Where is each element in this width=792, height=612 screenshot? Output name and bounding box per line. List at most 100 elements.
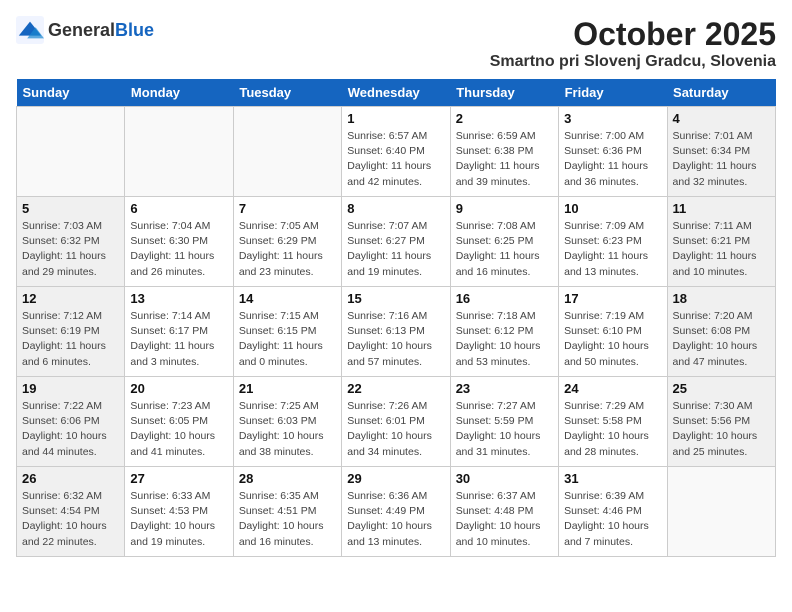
day-detail: Sunrise: 7:15 AM Sunset: 6:15 PM Dayligh… bbox=[239, 309, 336, 370]
logo-blue: Blue bbox=[115, 20, 154, 40]
calendar-day-29: 29 Sunrise: 6:36 AM Sunset: 4:49 PM Dayli… bbox=[342, 467, 450, 557]
calendar-day-25: 25 Sunrise: 7:30 AM Sunset: 5:56 PM Dayli… bbox=[667, 377, 775, 467]
calendar-week-1: 1 Sunrise: 6:57 AM Sunset: 6:40 PM Daylig… bbox=[17, 107, 776, 197]
calendar-day-empty bbox=[233, 107, 341, 197]
day-detail: Sunrise: 7:12 AM Sunset: 6:19 PM Dayligh… bbox=[22, 309, 119, 370]
day-number: 22 bbox=[347, 381, 444, 396]
day-detail: Sunrise: 7:20 AM Sunset: 6:08 PM Dayligh… bbox=[673, 309, 770, 370]
calendar-day-17: 17 Sunrise: 7:19 AM Sunset: 6:10 PM Dayli… bbox=[559, 287, 667, 377]
day-number: 11 bbox=[673, 201, 770, 216]
weekday-header-friday: Friday bbox=[559, 79, 667, 107]
logo-general: General bbox=[48, 20, 115, 40]
day-number: 13 bbox=[130, 291, 227, 306]
day-detail: Sunrise: 7:26 AM Sunset: 6:01 PM Dayligh… bbox=[347, 399, 444, 460]
calendar-body: 1 Sunrise: 6:57 AM Sunset: 6:40 PM Daylig… bbox=[17, 107, 776, 557]
calendar-day-13: 13Sunrise: 7:14 AM Sunset: 6:17 PM Dayli… bbox=[125, 287, 233, 377]
calendar-day-empty bbox=[17, 107, 125, 197]
calendar-day-23: 23 Sunrise: 7:27 AM Sunset: 5:59 PM Dayli… bbox=[450, 377, 558, 467]
logo: GeneralBlue bbox=[16, 16, 154, 44]
day-detail: Sunrise: 7:03 AM Sunset: 6:32 PM Dayligh… bbox=[22, 219, 119, 280]
day-number: 31 bbox=[564, 471, 661, 486]
day-detail: Sunrise: 6:33 AM Sunset: 4:53 PM Dayligh… bbox=[130, 489, 227, 550]
day-detail: Sunrise: 7:16 AM Sunset: 6:13 PM Dayligh… bbox=[347, 309, 444, 370]
calendar-day-27: 27 Sunrise: 6:33 AM Sunset: 4:53 PM Dayli… bbox=[125, 467, 233, 557]
day-number: 17 bbox=[564, 291, 661, 306]
day-detail: Sunrise: 7:27 AM Sunset: 5:59 PM Dayligh… bbox=[456, 399, 553, 460]
day-number: 10 bbox=[564, 201, 661, 216]
weekday-header-tuesday: Tuesday bbox=[233, 79, 341, 107]
calendar-day-31: 31 Sunrise: 6:39 AM Sunset: 4:46 PM Dayli… bbox=[559, 467, 667, 557]
day-number: 23 bbox=[456, 381, 553, 396]
calendar-day-22: 22 Sunrise: 7:26 AM Sunset: 6:01 PM Dayli… bbox=[342, 377, 450, 467]
calendar-day-20: 20Sunrise: 7:23 AM Sunset: 6:05 PM Dayli… bbox=[125, 377, 233, 467]
calendar-day-10: 10Sunrise: 7:09 AM Sunset: 6:23 PM Dayli… bbox=[559, 197, 667, 287]
day-detail: Sunrise: 7:00 AM Sunset: 6:36 PM Dayligh… bbox=[564, 129, 661, 190]
day-number: 12 bbox=[22, 291, 119, 306]
logo-icon bbox=[16, 16, 44, 44]
calendar-day-4: 4Sunrise: 7:01 AM Sunset: 6:34 PM Daylig… bbox=[667, 107, 775, 197]
day-detail: Sunrise: 6:37 AM Sunset: 4:48 PM Dayligh… bbox=[456, 489, 553, 550]
location-title: Smartno pri Slovenj Gradcu, Slovenia bbox=[490, 53, 776, 71]
calendar-day-28: 28Sunrise: 6:35 AM Sunset: 4:51 PM Dayli… bbox=[233, 467, 341, 557]
day-detail: Sunrise: 7:29 AM Sunset: 5:58 PM Dayligh… bbox=[564, 399, 661, 460]
day-number: 19 bbox=[22, 381, 119, 396]
calendar-day-15: 15 Sunrise: 7:16 AM Sunset: 6:13 PM Dayli… bbox=[342, 287, 450, 377]
calendar-day-3: 3 Sunrise: 7:00 AM Sunset: 6:36 PM Daylig… bbox=[559, 107, 667, 197]
weekday-header-monday: Monday bbox=[125, 79, 233, 107]
weekday-header-sunday: Sunday bbox=[17, 79, 125, 107]
day-detail: Sunrise: 7:07 AM Sunset: 6:27 PM Dayligh… bbox=[347, 219, 444, 280]
calendar-header-row: SundayMondayTuesdayWednesdayThursdayFrid… bbox=[17, 79, 776, 107]
calendar-week-2: 5 Sunrise: 7:03 AM Sunset: 6:32 PM Daylig… bbox=[17, 197, 776, 287]
day-number: 3 bbox=[564, 111, 661, 126]
day-detail: Sunrise: 7:30 AM Sunset: 5:56 PM Dayligh… bbox=[673, 399, 770, 460]
day-number: 14 bbox=[239, 291, 336, 306]
header: GeneralBlue October 2025 Smartno pri Slo… bbox=[16, 16, 776, 71]
day-number: 2 bbox=[456, 111, 553, 126]
calendar-day-7: 7 Sunrise: 7:05 AM Sunset: 6:29 PM Daylig… bbox=[233, 197, 341, 287]
calendar-day-26: 26Sunrise: 6:32 AM Sunset: 4:54 PM Dayli… bbox=[17, 467, 125, 557]
day-number: 7 bbox=[239, 201, 336, 216]
day-number: 21 bbox=[239, 381, 336, 396]
calendar-day-8: 8 Sunrise: 7:07 AM Sunset: 6:27 PM Daylig… bbox=[342, 197, 450, 287]
calendar-day-18: 18 Sunrise: 7:20 AM Sunset: 6:08 PM Dayli… bbox=[667, 287, 775, 377]
day-number: 9 bbox=[456, 201, 553, 216]
day-number: 28 bbox=[239, 471, 336, 486]
day-detail: Sunrise: 6:36 AM Sunset: 4:49 PM Dayligh… bbox=[347, 489, 444, 550]
day-number: 15 bbox=[347, 291, 444, 306]
calendar-day-2: 2Sunrise: 6:59 AM Sunset: 6:38 PM Daylig… bbox=[450, 107, 558, 197]
day-detail: Sunrise: 7:18 AM Sunset: 6:12 PM Dayligh… bbox=[456, 309, 553, 370]
day-number: 27 bbox=[130, 471, 227, 486]
calendar-day-21: 21 Sunrise: 7:25 AM Sunset: 6:03 PM Dayli… bbox=[233, 377, 341, 467]
weekday-header-saturday: Saturday bbox=[667, 79, 775, 107]
calendar-day-19: 19 Sunrise: 7:22 AM Sunset: 6:06 PM Dayli… bbox=[17, 377, 125, 467]
day-number: 30 bbox=[456, 471, 553, 486]
calendar-day-12: 12 Sunrise: 7:12 AM Sunset: 6:19 PM Dayli… bbox=[17, 287, 125, 377]
day-number: 20 bbox=[130, 381, 227, 396]
day-detail: Sunrise: 7:05 AM Sunset: 6:29 PM Dayligh… bbox=[239, 219, 336, 280]
day-detail: Sunrise: 6:57 AM Sunset: 6:40 PM Dayligh… bbox=[347, 129, 444, 190]
calendar-day-5: 5 Sunrise: 7:03 AM Sunset: 6:32 PM Daylig… bbox=[17, 197, 125, 287]
day-detail: Sunrise: 6:39 AM Sunset: 4:46 PM Dayligh… bbox=[564, 489, 661, 550]
day-detail: Sunrise: 7:25 AM Sunset: 6:03 PM Dayligh… bbox=[239, 399, 336, 460]
day-number: 29 bbox=[347, 471, 444, 486]
day-detail: Sunrise: 7:11 AM Sunset: 6:21 PM Dayligh… bbox=[673, 219, 770, 280]
day-number: 16 bbox=[456, 291, 553, 306]
day-detail: Sunrise: 7:08 AM Sunset: 6:25 PM Dayligh… bbox=[456, 219, 553, 280]
day-number: 18 bbox=[673, 291, 770, 306]
day-detail: Sunrise: 7:19 AM Sunset: 6:10 PM Dayligh… bbox=[564, 309, 661, 370]
day-number: 5 bbox=[22, 201, 119, 216]
day-number: 6 bbox=[130, 201, 227, 216]
day-number: 1 bbox=[347, 111, 444, 126]
calendar-week-5: 26Sunrise: 6:32 AM Sunset: 4:54 PM Dayli… bbox=[17, 467, 776, 557]
calendar-day-9: 9 Sunrise: 7:08 AM Sunset: 6:25 PM Daylig… bbox=[450, 197, 558, 287]
month-title: October 2025 bbox=[490, 16, 776, 53]
day-detail: Sunrise: 7:22 AM Sunset: 6:06 PM Dayligh… bbox=[22, 399, 119, 460]
weekday-header-wednesday: Wednesday bbox=[342, 79, 450, 107]
day-detail: Sunrise: 7:01 AM Sunset: 6:34 PM Dayligh… bbox=[673, 129, 770, 190]
day-number: 8 bbox=[347, 201, 444, 216]
day-number: 25 bbox=[673, 381, 770, 396]
logo-text: GeneralBlue bbox=[48, 20, 154, 41]
weekday-header-thursday: Thursday bbox=[450, 79, 558, 107]
day-detail: Sunrise: 6:32 AM Sunset: 4:54 PM Dayligh… bbox=[22, 489, 119, 550]
calendar-day-empty bbox=[125, 107, 233, 197]
